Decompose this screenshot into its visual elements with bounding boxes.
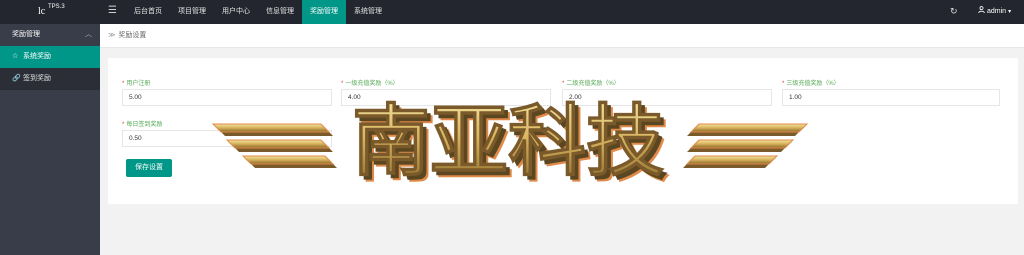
- sidebar-submenu: ☆ 系统奖励 🔗 签到奖励: [0, 46, 100, 90]
- field-label-level1: * 一级充值奖励（%）: [341, 81, 399, 87]
- user-menu[interactable]: admin ▾: [978, 0, 1011, 24]
- username: admin: [987, 8, 1007, 15]
- daily-signin-input[interactable]: 0.50: [122, 130, 332, 147]
- sidebar-item-label: 签到奖励: [22, 75, 51, 82]
- sidebar: 奖励管理 ︿ ☆ 系统奖励 🔗 签到奖励: [0, 24, 100, 255]
- breadcrumb-separator-icon: ≫: [108, 32, 116, 39]
- sidebar-item-signin-rewards[interactable]: 🔗 签到奖励: [0, 68, 100, 90]
- chevron-down-icon: ▾: [1008, 9, 1012, 15]
- top-nav: 后台首页 项目管理 用户中心 信息管理 奖励管理 系统管理: [126, 0, 390, 24]
- level2-recharge-input[interactable]: 2.00: [562, 89, 772, 106]
- nav-users[interactable]: 用户中心: [214, 0, 258, 24]
- nav-home[interactable]: 后台首页: [126, 0, 170, 24]
- user-icon: [978, 0, 985, 24]
- nav-projects[interactable]: 项目管理: [170, 0, 214, 24]
- field-label-register: * 用户注册: [122, 81, 151, 87]
- field-label-daily-signin: * 每日签到奖励: [122, 122, 163, 128]
- nav-info[interactable]: 信息管理: [258, 0, 302, 24]
- nav-system[interactable]: 系统管理: [346, 0, 390, 24]
- field-label-level2: * 二级充值奖励（%）: [562, 81, 620, 87]
- field-label-level3: * 三级充值奖励（%）: [782, 81, 840, 87]
- logo-version: TPS.3: [48, 4, 65, 10]
- level1-recharge-input[interactable]: 4.00: [341, 89, 551, 106]
- sidebar-group-rewards[interactable]: 奖励管理 ︿: [0, 24, 100, 46]
- star-icon: ☆: [12, 53, 19, 60]
- nav-rewards[interactable]: 奖励管理: [302, 0, 346, 24]
- chevron-up-icon: ︿: [85, 31, 92, 38]
- sidebar-group-label: 奖励管理: [12, 31, 40, 38]
- top-bar: lc TPS.3 ☰ 后台首页 项目管理 用户中心 信息管理 奖励管理 系统管理…: [0, 0, 1024, 24]
- sidebar-item-label: 系统奖励: [22, 53, 51, 60]
- breadcrumb-label[interactable]: 奖励设置: [118, 32, 146, 39]
- reward-settings-card: * 用户注册 5.00 * 一级充值奖励（%） 4.00 * 二级充值奖励（%） 2.…: [108, 58, 1018, 204]
- app-logo[interactable]: lc TPS.3: [0, 0, 100, 24]
- menu-toggle-icon[interactable]: ☰: [108, 5, 118, 17]
- register-reward-input[interactable]: 5.00: [122, 89, 332, 106]
- breadcrumb: ≫ 奖励设置: [100, 24, 1024, 48]
- save-settings-button[interactable]: 保存设置: [126, 159, 172, 177]
- refresh-icon[interactable]: ↻: [950, 6, 958, 17]
- sidebar-item-system-rewards[interactable]: ☆ 系统奖励: [0, 46, 100, 68]
- link-icon: 🔗: [12, 75, 21, 82]
- logo-text: lc: [38, 6, 46, 17]
- level3-recharge-input[interactable]: 1.00: [782, 89, 1000, 106]
